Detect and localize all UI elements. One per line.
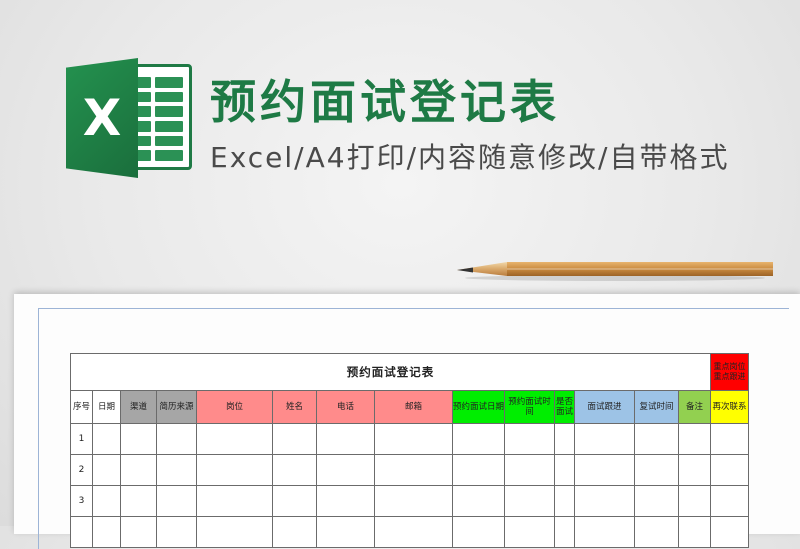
sheet-title: 预约面试登记表 [70, 353, 711, 391]
table-cell[interactable] [316, 423, 375, 455]
table-cell[interactable] [678, 516, 711, 548]
table-cell[interactable] [452, 423, 505, 455]
table-cell[interactable] [554, 423, 575, 455]
table-cell[interactable] [120, 485, 157, 517]
table-cell[interactable] [374, 454, 453, 486]
table-cell[interactable] [678, 423, 711, 455]
column-header[interactable]: 复试时间 [634, 390, 679, 424]
table-cell[interactable] [272, 423, 317, 455]
table-cell[interactable] [452, 454, 505, 486]
column-header[interactable]: 序号 [70, 390, 93, 424]
table-cell[interactable] [678, 454, 711, 486]
table-cell[interactable] [452, 516, 505, 548]
table-cell[interactable] [710, 485, 749, 517]
table-cell[interactable] [504, 423, 555, 455]
page-title: 预约面试登记表 [210, 75, 560, 129]
column-header[interactable]: 备注 [678, 390, 711, 424]
table-cell[interactable] [196, 423, 273, 455]
table-cell[interactable] [196, 516, 273, 548]
column-header[interactable]: 面试跟进 [574, 390, 635, 424]
row-index[interactable]: 2 [70, 454, 93, 486]
table-cell[interactable] [634, 485, 679, 517]
table-cell[interactable] [92, 454, 121, 486]
table-cell[interactable] [574, 485, 635, 517]
table-cell[interactable] [554, 454, 575, 486]
note-line: 重点跟进 [713, 372, 746, 381]
page-subtitle: Excel/A4打印/内容随意修改/自带格式 [210, 141, 730, 174]
table-cell[interactable] [710, 423, 749, 455]
table-row [70, 516, 749, 548]
row-index[interactable]: 1 [70, 423, 93, 455]
table-row: 3 [70, 485, 749, 517]
column-header[interactable]: 是否面试 [554, 390, 575, 424]
column-header[interactable]: 预约面试时间 [504, 390, 555, 424]
priority-note: 重点岗位 重点跟进 [710, 353, 749, 391]
table-row: 2 [70, 454, 749, 486]
table-cell[interactable] [196, 454, 273, 486]
column-header[interactable]: 电话 [316, 390, 375, 424]
table-row: 1 [70, 423, 749, 455]
table-cell[interactable] [92, 485, 121, 517]
table-cell[interactable] [634, 454, 679, 486]
table-cell[interactable] [316, 516, 375, 548]
table-cell[interactable] [574, 454, 635, 486]
table-cell[interactable] [504, 485, 555, 517]
table-cell[interactable] [678, 485, 711, 517]
row-index[interactable] [70, 516, 93, 548]
table-cell[interactable] [554, 485, 575, 517]
table-cell[interactable] [574, 516, 635, 548]
table-cell[interactable] [554, 516, 575, 548]
table-cell[interactable] [92, 516, 121, 548]
table-cell[interactable] [374, 516, 453, 548]
table-cell[interactable] [574, 423, 635, 455]
column-header[interactable]: 邮箱 [374, 390, 453, 424]
table-cell[interactable] [634, 423, 679, 455]
column-header[interactable]: 预约面试日期 [452, 390, 505, 424]
table-cell[interactable] [156, 454, 197, 486]
table-cell[interactable] [92, 423, 121, 455]
table-cell[interactable] [504, 516, 555, 548]
table-cell[interactable] [272, 485, 317, 517]
table-cell[interactable] [710, 454, 749, 486]
table-cell[interactable] [156, 423, 197, 455]
table-cell[interactable] [316, 454, 375, 486]
pencil-icon [457, 262, 773, 281]
column-header[interactable]: 渠道 [120, 390, 157, 424]
paper-sheet: 预约面试登记表 重点岗位 重点跟进 序号 日期 渠道 简历来源 岗位 姓名 电话… [14, 294, 800, 549]
table-cell[interactable] [156, 485, 197, 517]
interview-table: 预约面试登记表 重点岗位 重点跟进 序号 日期 渠道 简历来源 岗位 姓名 电话… [70, 353, 749, 548]
table-cell[interactable] [374, 423, 453, 455]
column-header[interactable]: 再次联系 [710, 390, 749, 424]
table-cell[interactable] [272, 454, 317, 486]
excel-logo-icon: X [66, 58, 194, 178]
row-index[interactable]: 3 [70, 485, 93, 517]
table-cell[interactable] [504, 454, 555, 486]
column-header[interactable]: 简历来源 [156, 390, 197, 424]
excel-badge: X [66, 58, 138, 178]
table-cell[interactable] [710, 516, 749, 548]
column-header[interactable]: 姓名 [272, 390, 317, 424]
column-header[interactable]: 岗位 [196, 390, 273, 424]
table-cell[interactable] [316, 485, 375, 517]
excel-x-letter: X [82, 89, 122, 147]
table-cell[interactable] [374, 485, 453, 517]
table-cell[interactable] [452, 485, 505, 517]
table-cell[interactable] [156, 516, 197, 548]
table-cell[interactable] [120, 423, 157, 455]
table-cell[interactable] [120, 516, 157, 548]
table-cell[interactable] [272, 516, 317, 548]
table-cell[interactable] [634, 516, 679, 548]
header-row: 序号 日期 渠道 简历来源 岗位 姓名 电话 邮箱 预约面试日期 预约面试时间 … [70, 390, 749, 424]
note-line: 重点岗位 [713, 362, 746, 371]
table-cell[interactable] [196, 485, 273, 517]
table-cell[interactable] [120, 454, 157, 486]
column-header[interactable]: 日期 [92, 390, 121, 424]
